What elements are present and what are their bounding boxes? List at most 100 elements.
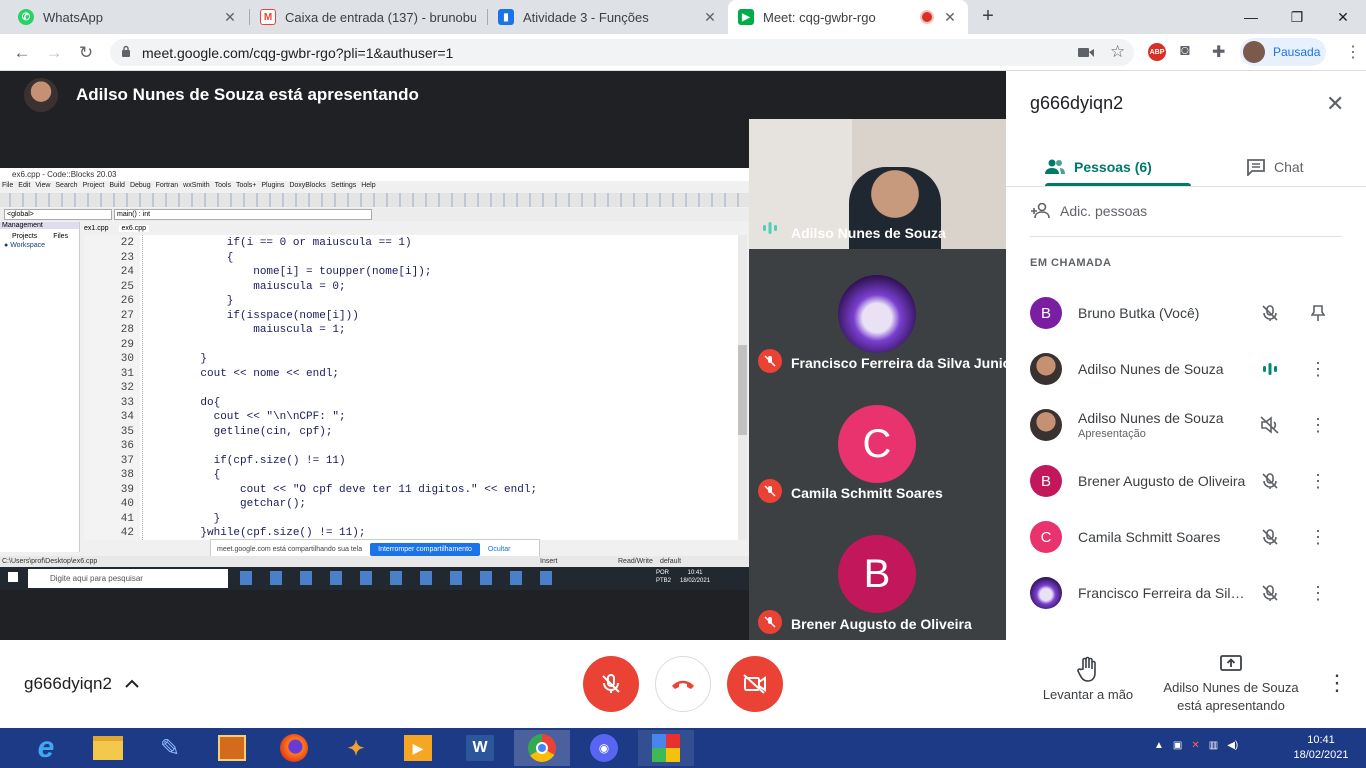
more-options-icon[interactable]: ⋮: [1306, 357, 1330, 381]
camera-indicator-icon[interactable]: [1078, 45, 1094, 59]
participant-name: Bruno Butka (Você): [1078, 305, 1200, 321]
more-options-icon[interactable]: ⋮: [1306, 581, 1330, 605]
code-line: 34 cout << "\n\nCPF: ";: [84, 410, 346, 425]
avatar: [1030, 577, 1062, 609]
close-window-icon[interactable]: ✕: [1320, 0, 1366, 34]
more-options-icon[interactable]: ⋮: [1306, 525, 1330, 549]
panel-meeting-code: g666dyiqn2: [1030, 93, 1124, 113]
menu-item: wxSmith: [183, 182, 210, 189]
chrome-icon[interactable]: [514, 730, 570, 766]
remote-taskbar-apps: [240, 571, 570, 585]
tab-title: WhatsApp: [43, 9, 103, 25]
tab-gmail[interactable]: M Caixa de entrada (137) - brunobu: [250, 0, 486, 34]
participant-row[interactable]: Francisco Ferreira da Silva Junior ⋮: [1030, 565, 1350, 621]
firefox-icon[interactable]: [266, 730, 322, 766]
participant-name: Brener Augusto de Oliveira: [791, 616, 972, 632]
minimize-icon[interactable]: —: [1228, 0, 1274, 34]
close-tab-icon[interactable]: ✕: [702, 9, 718, 26]
tab-whatsapp[interactable]: ✆ WhatsApp ✕: [8, 0, 248, 34]
close-tab-icon[interactable]: ✕: [942, 9, 958, 26]
internet-explorer-icon[interactable]: e: [18, 730, 74, 766]
settings-app-icon[interactable]: [204, 730, 260, 766]
remote-search-box: Digite aqui para pesquisar: [28, 569, 228, 588]
participant-row[interactable]: C Camila Schmitt Soares ⋮: [1030, 509, 1350, 565]
restore-icon[interactable]: ❐: [1274, 0, 1320, 34]
calculator-icon[interactable]: ✦: [328, 730, 384, 766]
profile-button[interactable]: Pausada: [1240, 38, 1326, 66]
more-options-icon[interactable]: ⋮: [1306, 469, 1330, 493]
code-editor[interactable]: 22 if(i == 0 or maiuscula == 1) 23 {24 no…: [84, 235, 740, 540]
management-pane: Management Projects Files ● Workspace: [0, 222, 80, 552]
paint-app-icon[interactable]: ✎: [142, 730, 198, 766]
battery-icon: ✕: [1191, 740, 1200, 751]
hang-up-icon: [672, 680, 694, 689]
close-panel-icon[interactable]: ✕: [1326, 91, 1344, 117]
tab-classroom[interactable]: ▮ Atividade 3 - Funções ✕: [488, 0, 728, 34]
close-tab-icon[interactable]: ✕: [222, 9, 238, 26]
toggle-camera-button[interactable]: [727, 656, 783, 712]
extensions-puzzle-icon[interactable]: ✚: [1212, 42, 1225, 62]
participant-tile[interactable]: Adilso Nunes de Souza: [749, 119, 1006, 257]
remote-clock: 10:41 18/02/2021: [680, 570, 711, 584]
code-text: {: [174, 469, 221, 481]
muted-mic-icon: [758, 479, 782, 503]
gmail-icon: M: [260, 9, 276, 25]
editor-window-title: ex6.cpp - Code::Blocks 20.03: [0, 168, 749, 181]
participant-tile[interactable]: C Camila Schmitt Soares: [749, 379, 1006, 509]
participant-tiles: Adilso Nunes de Souza Francisco Ferreira…: [749, 119, 1017, 640]
reload-icon[interactable]: ↻: [74, 41, 98, 65]
browser-menu-icon[interactable]: ⋮: [1345, 42, 1361, 62]
participant-name: Adilso Nunes de Souza: [1078, 361, 1224, 377]
line-number: 41: [120, 512, 134, 525]
more-options-icon[interactable]: ⋮: [1326, 670, 1348, 696]
media-player-icon[interactable]: ▶: [390, 730, 446, 766]
menu-item: File: [2, 182, 14, 189]
new-tab-icon[interactable]: +: [976, 5, 1000, 29]
camera-extension-icon[interactable]: ◙: [1180, 42, 1190, 60]
more-options-icon[interactable]: ⋮: [1306, 413, 1330, 437]
tab-chat[interactable]: Chat: [1246, 149, 1304, 185]
taskbar-clock[interactable]: 10:41 18/02/2021: [1286, 733, 1356, 763]
avatar: B: [838, 535, 916, 613]
back-icon[interactable]: ←: [10, 41, 34, 65]
participant-row[interactable]: Adilso Nunes de Souza Apresentação ⋮: [1030, 397, 1350, 453]
add-people-button[interactable]: Adic. pessoas: [1030, 199, 1147, 223]
toggle-mic-button[interactable]: [583, 656, 639, 712]
files-tab: Files: [53, 233, 69, 240]
adblock-icon[interactable]: ABP: [1148, 43, 1166, 61]
participant-row[interactable]: B Bruno Butka (Você): [1030, 285, 1350, 341]
workspace-node: ● Workspace: [4, 242, 46, 249]
windows-taskbar: e ✎ ✦ ▶ W ◉ ▲ ▣ ✕ ▥ ◀) 10:41 18/02/2021: [0, 728, 1366, 768]
address-bar[interactable]: meet.google.com/cqg-gwbr-rgo?pli=1&authu…: [110, 39, 1134, 66]
bookmark-star-icon[interactable]: ☆: [1110, 42, 1125, 62]
participant-tile[interactable]: B Brener Augusto de Oliveira: [749, 509, 1006, 640]
editor-toolbar-2: <global> main() : int: [0, 208, 749, 221]
participant-tile[interactable]: Francisco Ferreira da Silva Junior: [749, 249, 1017, 379]
hide-button[interactable]: Ocultar: [488, 546, 511, 553]
line-number: 38: [120, 469, 134, 481]
participant-row[interactable]: Adilso Nunes de Souza ⋮: [1030, 341, 1350, 397]
tab-people[interactable]: Pessoas (6): [1044, 149, 1152, 185]
line-number: 36: [120, 440, 134, 452]
participant-row[interactable]: B Brener Augusto de Oliveira ⋮: [1030, 453, 1350, 509]
pin-icon[interactable]: [1306, 301, 1330, 325]
menu-item: Tools: [214, 182, 231, 189]
file-explorer-icon[interactable]: [80, 730, 136, 766]
stop-sharing-button[interactable]: Interromper compartilhamento: [370, 542, 480, 556]
avatar: B: [1030, 297, 1062, 329]
tab-meet[interactable]: ▶ Meet: cqg-gwbr-rgo ✕: [728, 0, 968, 34]
status-default: default: [660, 558, 682, 565]
discord-icon[interactable]: ◉: [576, 730, 632, 766]
participant-name: Brener Augusto de Oliveira: [1078, 473, 1246, 489]
forward-icon[interactable]: →: [42, 41, 66, 65]
editor-scrollbar[interactable]: [738, 235, 747, 540]
codeblocks-icon[interactable]: [638, 730, 694, 766]
raise-hand-button[interactable]: Levantar a mão: [1030, 656, 1146, 716]
projects-tab: Projects: [12, 233, 38, 240]
meeting-details-button[interactable]: g666dyiqn2: [24, 674, 140, 694]
line-number: 23: [120, 251, 134, 264]
presenting-button[interactable]: Adilso Nunes de Souza está apresentando: [1150, 654, 1312, 718]
system-tray[interactable]: ▲ ▣ ✕ ▥ ◀): [1154, 740, 1238, 751]
word-icon[interactable]: W: [452, 730, 508, 766]
leave-call-button[interactable]: [655, 656, 711, 712]
